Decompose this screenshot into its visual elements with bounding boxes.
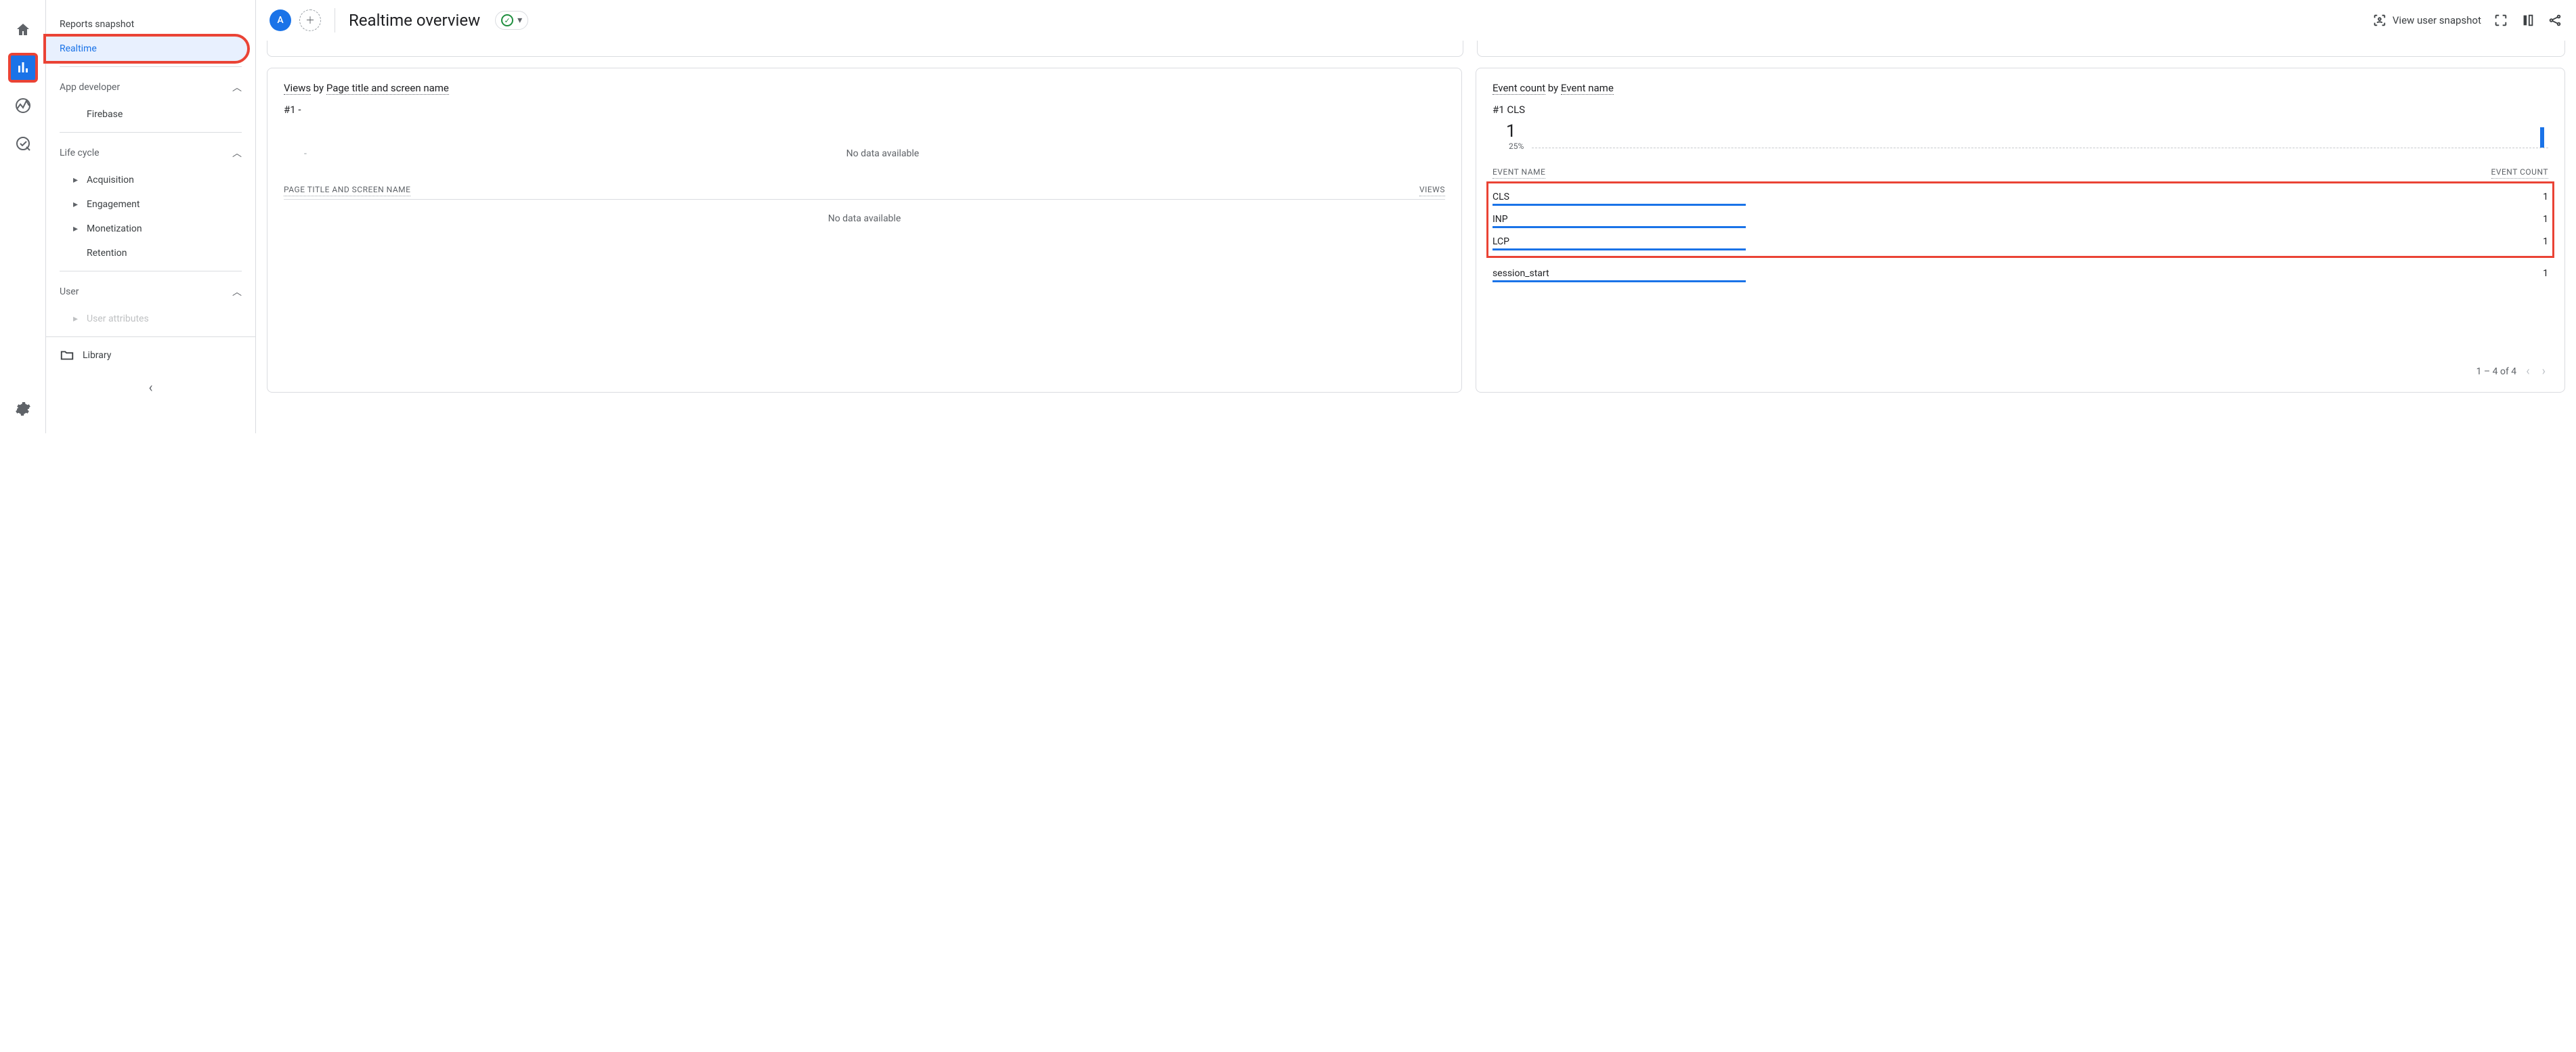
report-nav-sidebar: Reports snapshot Realtime App developer … bbox=[46, 0, 256, 433]
sidebar-item-library[interactable]: Library bbox=[46, 336, 255, 374]
sidebar-item-monetization[interactable]: ▸Monetization bbox=[46, 217, 255, 241]
chevron-up-icon: ︿ bbox=[232, 146, 242, 160]
status-dropdown[interactable]: ✓ ▾ bbox=[495, 11, 528, 30]
row-bar bbox=[1493, 248, 1746, 250]
user-snapshot-icon bbox=[2372, 13, 2387, 28]
sidebar-group-label: User bbox=[60, 286, 79, 297]
column-header-event-name: EVENT NAME bbox=[1493, 167, 1545, 179]
pager-range: 1 – 4 of 4 bbox=[2476, 366, 2517, 377]
rank-label: #1 CLS bbox=[1493, 104, 2548, 116]
share-icon[interactable] bbox=[2548, 13, 2562, 28]
segment-chip-a[interactable]: A bbox=[270, 9, 291, 31]
card-stub bbox=[1477, 41, 2565, 57]
admin-gear-icon[interactable] bbox=[9, 395, 37, 422]
sidebar-item-firebase[interactable]: Firebase bbox=[46, 102, 255, 127]
row-bar bbox=[1493, 226, 1746, 228]
row-bar bbox=[1493, 280, 1746, 282]
metric-event-count[interactable]: Event count bbox=[1493, 82, 1545, 95]
top-event-pct: 25% bbox=[1493, 141, 1524, 151]
view-user-snapshot-button[interactable]: View user snapshot bbox=[2372, 13, 2481, 28]
card-stub bbox=[267, 41, 1463, 57]
caret-right-icon: ▸ bbox=[73, 313, 87, 324]
fullscreen-icon[interactable] bbox=[2493, 13, 2508, 28]
no-data-label: No data available bbox=[284, 200, 1445, 238]
add-segment-button[interactable]: ＋ bbox=[299, 9, 321, 31]
home-icon[interactable] bbox=[9, 16, 37, 43]
dimension-page-title[interactable]: Page title and screen name bbox=[326, 82, 449, 95]
folder-icon bbox=[60, 348, 74, 363]
sidebar-item-realtime[interactable]: Realtime bbox=[46, 37, 247, 61]
page-title: Realtime overview bbox=[349, 11, 480, 30]
table-row[interactable]: LCP1 bbox=[1493, 231, 2548, 250]
sidebar-group-user[interactable]: User ︿ bbox=[46, 277, 255, 307]
chevron-up-icon: ︿ bbox=[232, 81, 242, 94]
caret-right-icon: ▸ bbox=[73, 223, 87, 234]
check-circle-icon: ✓ bbox=[501, 14, 513, 26]
views-card: Views by Page title and screen name #1 -… bbox=[267, 68, 1462, 393]
row-bar bbox=[1493, 204, 1746, 206]
reports-icon[interactable] bbox=[9, 54, 37, 81]
caret-right-icon: ▸ bbox=[73, 175, 87, 185]
dimension-event-name[interactable]: Event name bbox=[1561, 82, 1614, 95]
sidebar-item-reports-snapshot[interactable]: Reports snapshot bbox=[46, 12, 255, 37]
sidebar-item-user-attributes[interactable]: ▸User attributes bbox=[46, 307, 255, 331]
events-card: Event count by Event name #1 CLS 1 25% bbox=[1476, 68, 2565, 393]
sidebar-item-retention[interactable]: Retention bbox=[46, 241, 255, 265]
chevron-up-icon: ︿ bbox=[232, 285, 242, 299]
sidebar-item-acquisition[interactable]: ▸Acquisition bbox=[46, 168, 255, 192]
rank-label: #1 - bbox=[284, 104, 1445, 116]
collapse-sidebar-icon[interactable]: ‹ bbox=[46, 374, 255, 401]
explore-icon[interactable] bbox=[9, 92, 37, 119]
sidebar-group-label: Life cycle bbox=[60, 148, 100, 158]
column-header-event-count: EVENT COUNT bbox=[2491, 167, 2548, 179]
sidebar-group-label: App developer bbox=[60, 82, 120, 93]
page-toolbar: A ＋ Realtime overview ✓ ▾ View user snap… bbox=[256, 0, 2576, 41]
top-event-count: 1 bbox=[1493, 121, 1524, 141]
highlighted-rows: CLS1 INP1 LCP1 bbox=[1488, 183, 2552, 256]
ads-icon[interactable] bbox=[9, 130, 37, 157]
column-header-dimension: PAGE TITLE AND SCREEN NAME bbox=[284, 185, 410, 196]
pager: 1 – 4 of 4 ‹ › bbox=[1493, 355, 2548, 378]
sidebar-group-life-cycle[interactable]: Life cycle ︿ bbox=[46, 138, 255, 168]
no-data-label: No data available bbox=[320, 135, 1445, 173]
sidebar-group-app-developer[interactable]: App developer ︿ bbox=[46, 72, 255, 102]
main-content: A ＋ Realtime overview ✓ ▾ View user snap… bbox=[256, 0, 2576, 433]
caret-right-icon: ▸ bbox=[73, 199, 87, 210]
pager-prev-button[interactable]: ‹ bbox=[2523, 364, 2532, 378]
compare-icon[interactable] bbox=[2520, 13, 2535, 28]
metric-views[interactable]: Views bbox=[284, 82, 311, 95]
icon-rail bbox=[0, 0, 46, 433]
pager-next-button[interactable]: › bbox=[2539, 364, 2548, 378]
table-row[interactable]: session_start1 bbox=[1493, 263, 2548, 282]
sidebar-item-engagement[interactable]: ▸Engagement bbox=[46, 192, 255, 217]
table-row[interactable]: CLS1 bbox=[1493, 186, 2548, 206]
caret-down-icon: ▾ bbox=[517, 15, 522, 26]
spark-bar bbox=[2540, 127, 2544, 148]
table-row[interactable]: INP1 bbox=[1493, 209, 2548, 228]
sparkline-chart bbox=[1532, 124, 2548, 148]
column-header-metric: VIEWS bbox=[1419, 185, 1445, 196]
